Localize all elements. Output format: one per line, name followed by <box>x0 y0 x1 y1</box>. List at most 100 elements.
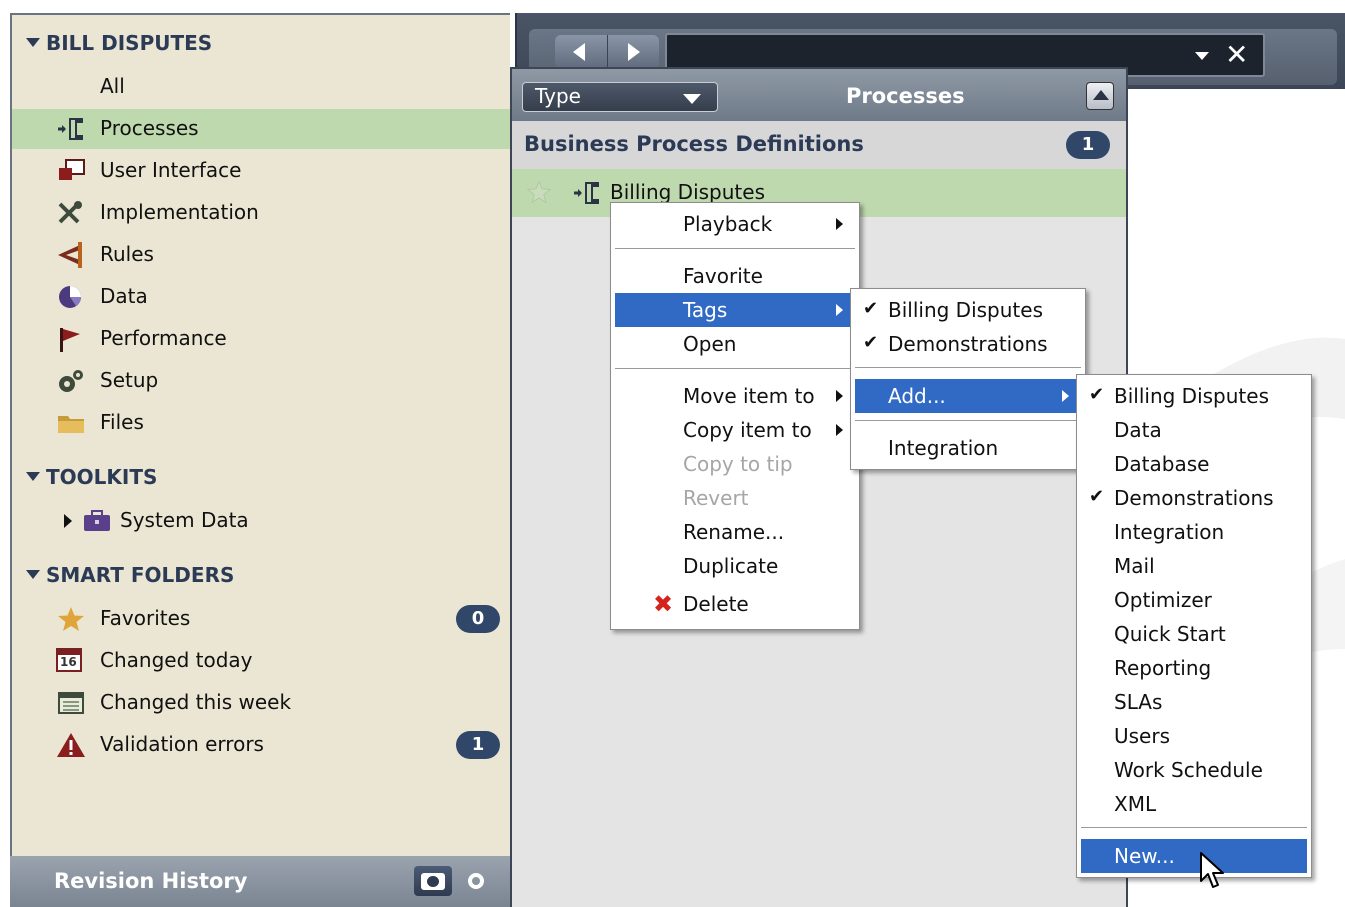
tag-item-integration[interactable]: Integration <box>855 431 1081 465</box>
smart-folder-favorites[interactable]: Favorites 0 <box>12 599 510 639</box>
delete-x-icon: ✖ <box>653 590 674 618</box>
menu-item-duplicate[interactable]: Duplicate <box>615 549 855 583</box>
tags-submenu: ✔ Billing Disputes ✔ Demonstrations Add.… <box>850 288 1086 470</box>
add-tag-item-work-schedule[interactable]: Work Schedule <box>1081 753 1307 787</box>
type-dropdown[interactable]: Type <box>522 82 718 112</box>
menu-item-add[interactable]: Add... <box>855 379 1081 413</box>
back-button[interactable] <box>555 35 607 69</box>
week-calendar-icon <box>56 690 86 716</box>
revision-history-title: Revision History <box>54 869 248 893</box>
group-count-badge: 1 <box>1066 131 1110 159</box>
submenu-arrow-icon <box>836 424 843 436</box>
expand-triangle-icon[interactable] <box>26 38 40 47</box>
collapse-up-icon <box>1093 90 1109 100</box>
menu-item-rename[interactable]: Rename... <box>615 515 855 549</box>
back-arrow-icon <box>573 43 585 61</box>
menu-item-new[interactable]: New... <box>1081 839 1307 873</box>
sidebar-item-label: Setup <box>100 368 159 392</box>
group-label: Business Process Definitions <box>524 132 864 156</box>
sidebar-item-label: Rules <box>100 242 154 266</box>
section-label: BILL DISPUTES <box>46 31 213 55</box>
menu-item-label: Open <box>683 332 737 356</box>
menu-item-favorite[interactable]: Favorite <box>615 259 855 293</box>
smart-folder-changed-this-week[interactable]: Changed this week <box>12 683 510 723</box>
forward-arrow-icon <box>628 43 640 61</box>
add-tag-item-mail[interactable]: Mail <box>1081 549 1307 583</box>
menu-item-label: Integration <box>1114 520 1225 544</box>
expand-triangle-icon[interactable] <box>26 570 40 579</box>
menu-item-label: Demonstrations <box>888 332 1048 356</box>
user-interface-icon <box>56 158 86 184</box>
tag-item-demonstrations[interactable]: ✔ Demonstrations <box>855 327 1081 361</box>
smart-folder-changed-today[interactable]: 16 Changed today <box>12 641 510 681</box>
add-tag-item-optimizer[interactable]: Optimizer <box>1081 583 1307 617</box>
collapse-panel-button[interactable] <box>1086 82 1114 110</box>
menu-separator <box>615 248 855 250</box>
count-badge: 0 <box>456 605 500 633</box>
submenu-arrow-icon <box>836 304 843 316</box>
add-tag-item-integration[interactable]: Integration <box>1081 515 1307 549</box>
collapsed-arrow-icon[interactable] <box>64 514 72 528</box>
close-icon[interactable]: ✕ <box>1225 38 1248 72</box>
flag-icon <box>56 326 86 352</box>
menu-item-label: Favorite <box>683 264 763 288</box>
add-tag-item-demonstrations[interactable]: ✔ Demonstrations <box>1081 481 1307 515</box>
add-tag-item-billing-disputes[interactable]: ✔ Billing Disputes <box>1081 379 1307 413</box>
toolkit-item-system-data[interactable]: System Data <box>12 501 510 541</box>
dropdown-arrow-icon[interactable] <box>1195 52 1209 60</box>
add-tag-item-quick-start[interactable]: Quick Start <box>1081 617 1307 651</box>
submenu-arrow-icon <box>836 390 843 402</box>
expand-triangle-icon[interactable] <box>26 472 40 481</box>
group-header-row[interactable]: Business Process Definitions 1 <box>512 121 1126 169</box>
menu-item-tags[interactable]: Tags <box>615 293 855 327</box>
sidebar-item-processes[interactable]: Processes <box>12 109 510 149</box>
favorite-star-icon[interactable] <box>526 179 552 209</box>
sidebar-item-label: Processes <box>100 116 199 140</box>
menu-item-delete[interactable]: ✖ Delete <box>615 587 855 621</box>
gears-icon <box>56 368 86 394</box>
rules-icon <box>56 242 86 268</box>
menu-item-label: Data <box>1114 418 1162 442</box>
snapshot-camera-button[interactable] <box>414 866 452 896</box>
revision-history-bar[interactable]: Revision History <box>10 856 510 907</box>
sidebar-item-implementation[interactable]: Implementation <box>12 193 510 233</box>
menu-item-label: Move item to <box>683 384 815 408</box>
sidebar-item-all[interactable]: All <box>12 67 510 107</box>
smart-folder-validation-errors[interactable]: Validation errors 1 <box>12 725 510 765</box>
sidebar-item-setup[interactable]: Setup <box>12 361 510 401</box>
menu-item-label: Work Schedule <box>1114 758 1263 782</box>
calendar-day-number: 16 <box>60 655 77 669</box>
submenu-arrow-icon <box>1062 390 1069 402</box>
submenu-arrow-icon <box>836 218 843 230</box>
menu-item-label: Add... <box>888 384 946 408</box>
menu-item-copy-item-to[interactable]: Copy item to <box>615 413 855 447</box>
sidebar-item-files[interactable]: Files <box>12 403 510 443</box>
menu-item-playback[interactable]: Playback <box>615 207 855 241</box>
menu-item-open[interactable]: Open <box>615 327 855 361</box>
sidebar-item-user-interface[interactable]: User Interface <box>12 151 510 191</box>
checkmark-icon: ✔ <box>1089 384 1105 405</box>
menu-item-label: Playback <box>683 212 773 236</box>
section-toolkits[interactable]: TOOLKITS <box>26 465 157 489</box>
sidebar-item-label: Files <box>100 410 144 434</box>
tag-item-billing-disputes[interactable]: ✔ Billing Disputes <box>855 293 1081 327</box>
sidebar-item-rules[interactable]: Rules <box>12 235 510 275</box>
add-tag-item-xml[interactable]: XML <box>1081 787 1307 821</box>
sidebar-item-data[interactable]: Data <box>12 277 510 317</box>
menu-item-move-item-to[interactable]: Move item to <box>615 379 855 413</box>
menu-item-label: Copy to tip <box>683 452 793 476</box>
section-label: TOOLKITS <box>46 465 158 489</box>
add-tag-item-slas[interactable]: SLAs <box>1081 685 1307 719</box>
section-bill-disputes[interactable]: BILL DISPUTES <box>26 31 212 55</box>
menu-item-copy-to-tip: Copy to tip <box>615 447 855 481</box>
menu-item-label: Duplicate <box>683 554 779 578</box>
menu-item-label: SLAs <box>1114 690 1163 714</box>
add-tag-item-reporting[interactable]: Reporting <box>1081 651 1307 685</box>
section-smart-folders[interactable]: SMART FOLDERS <box>26 563 234 587</box>
add-tag-item-data[interactable]: Data <box>1081 413 1307 447</box>
settings-circle-icon[interactable] <box>468 873 484 889</box>
add-tag-item-database[interactable]: Database <box>1081 447 1307 481</box>
sidebar-item-performance[interactable]: Performance <box>12 319 510 359</box>
add-tag-item-users[interactable]: Users <box>1081 719 1307 753</box>
forward-button[interactable] <box>607 35 659 69</box>
